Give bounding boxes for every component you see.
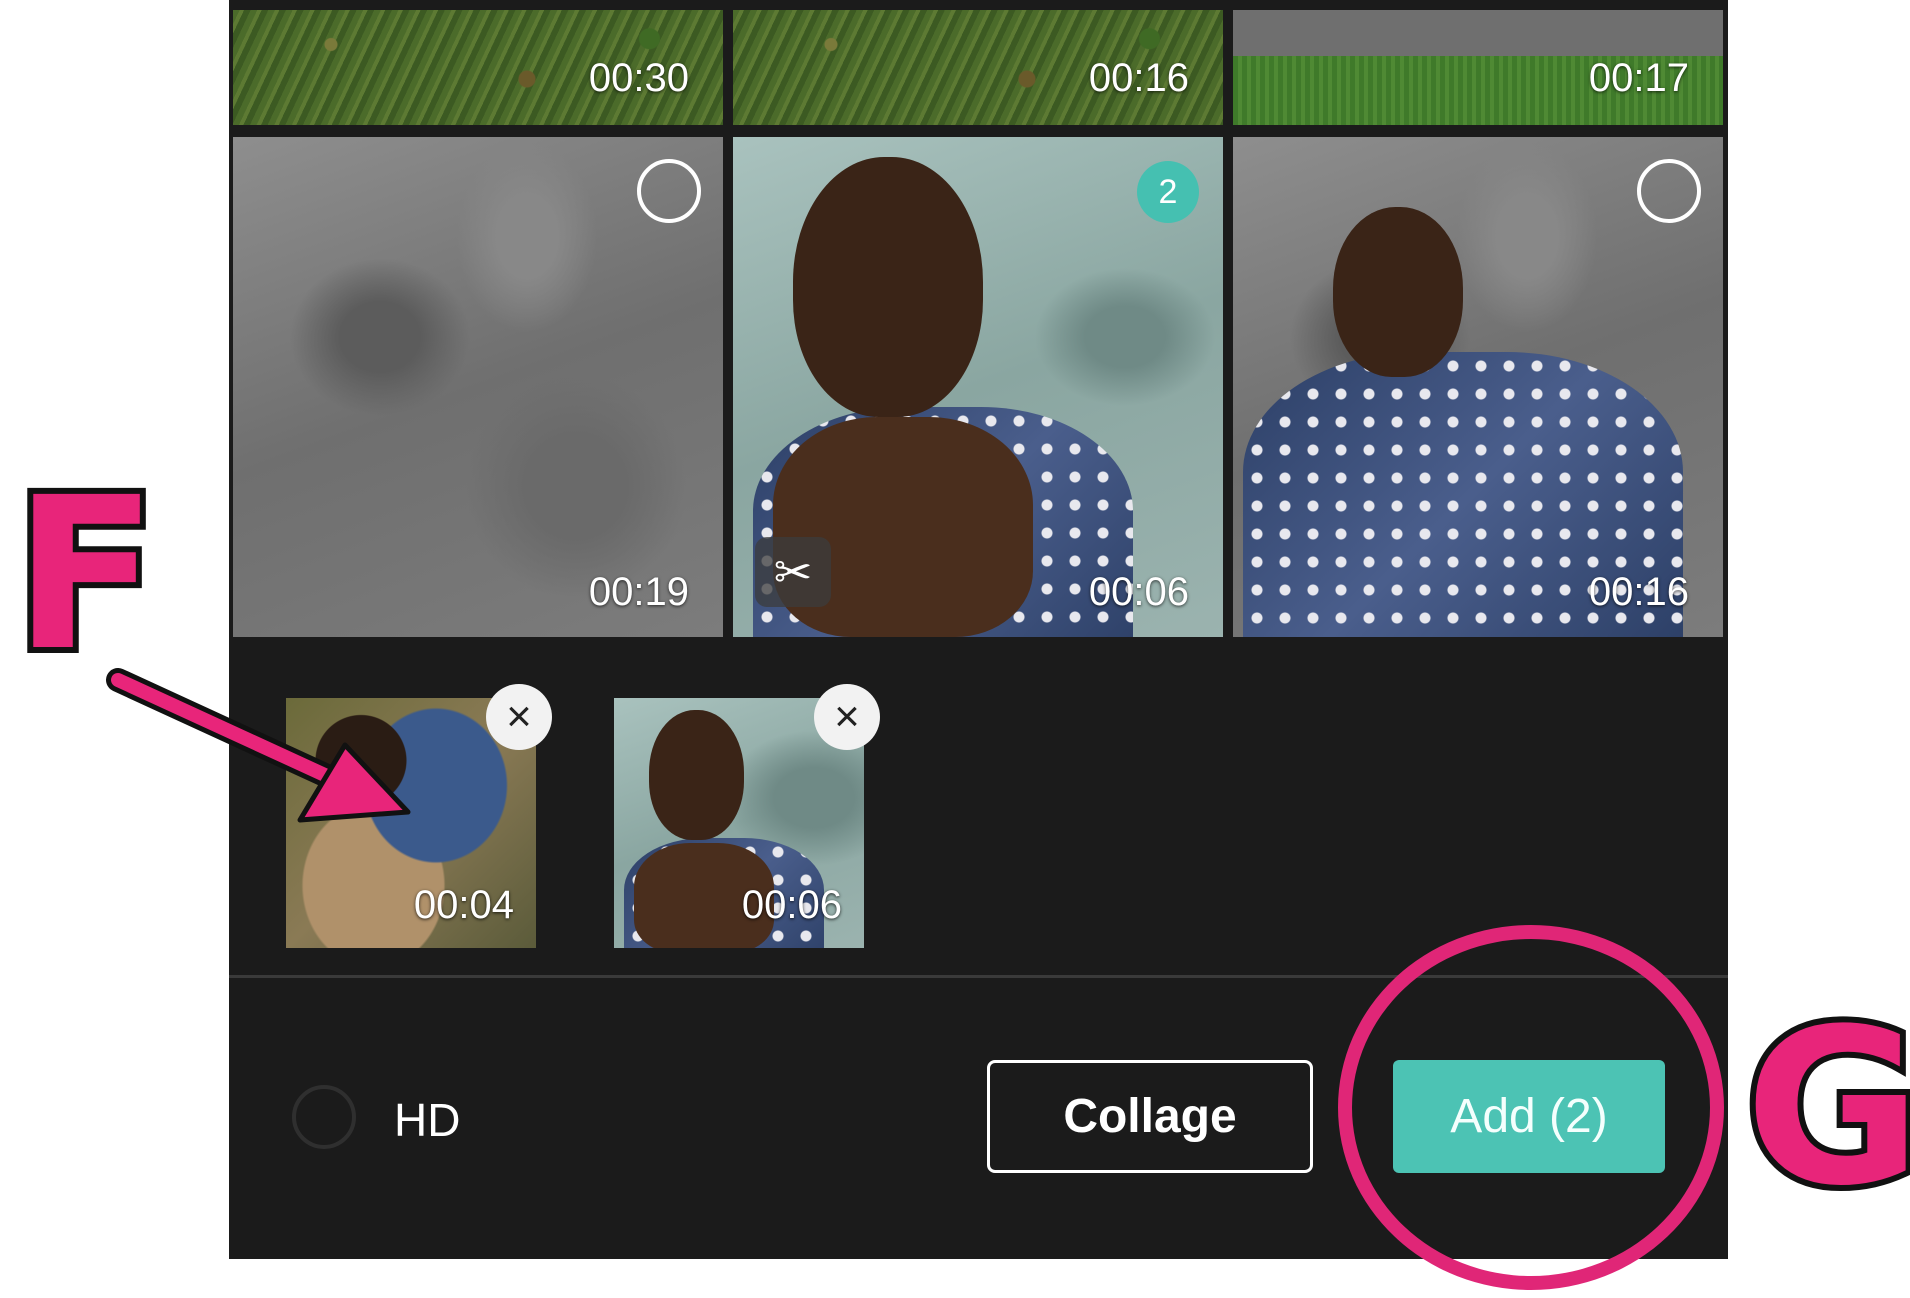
annotation-label-g: G (1739, 982, 1910, 1233)
annotation-highlight-circle (1338, 925, 1724, 1290)
